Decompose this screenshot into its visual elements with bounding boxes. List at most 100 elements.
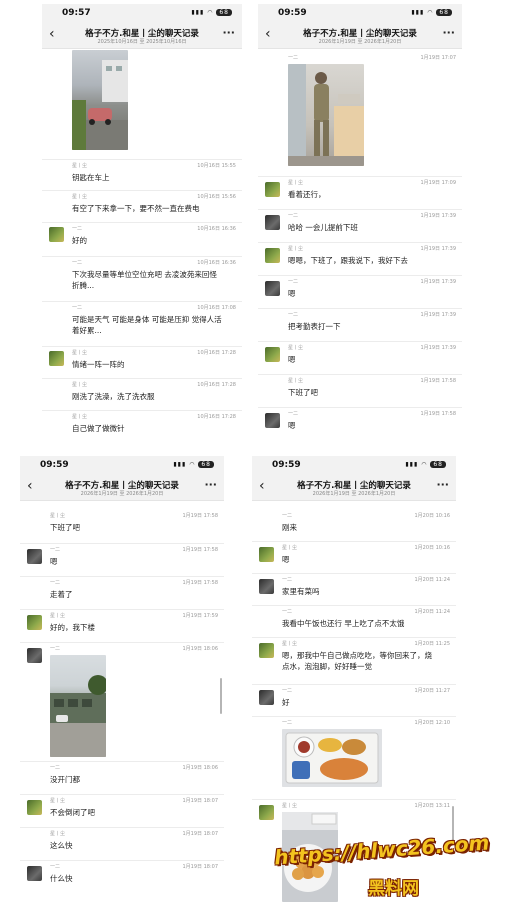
sender-name: 星丨尘 — [50, 798, 66, 804]
avatar[interactable] — [27, 549, 42, 564]
signal-icon: ▮▮▮ — [405, 461, 419, 468]
status-bar: 09:59 ▮▮▮ ◠ 68 — [20, 456, 224, 476]
avatar[interactable] — [265, 281, 280, 296]
chat-panel-1: 09:57 ▮▮▮ ◠ 68 ‹ 格子不方.和星丨尘的聊天记录 2025年10月… — [42, 4, 242, 440]
avatar[interactable] — [259, 805, 274, 820]
message-time: 1月19日 17:39 — [420, 279, 456, 285]
message-item: 星丨尘 10月16日 15:56 有空了下来拿一下，要不然一直在费电 — [42, 190, 242, 221]
message-item: 星丨尘 1月19日 17:58 下班了吧 — [258, 374, 462, 407]
avatar[interactable] — [27, 615, 42, 630]
message-time: 1月19日 17:58 — [182, 513, 218, 519]
message-item: 星丨尘 10月16日 17:28 刚洗了洗澡，洗了洗衣服 — [42, 378, 242, 409]
sender-name: 星丨尘 — [288, 378, 304, 384]
status-time: 09:57 — [62, 8, 91, 18]
message-item: 星丨尘 1月19日 18:07 这么快 — [20, 827, 224, 860]
scrollbar[interactable] — [452, 806, 454, 842]
more-dots-icon[interactable]: ··· — [222, 26, 235, 39]
status-time: 09:59 — [278, 8, 307, 18]
status-bar: 09:59 ▮▮▮ ◠ 68 — [252, 456, 456, 476]
message-item: 一二 1月19日 17:39 哈哈 一会儿提前下班 — [258, 209, 462, 242]
message-text: 不会倒闭了吧 — [50, 808, 95, 817]
message-text: 刚洗了洗澡，洗了洗衣服 — [72, 392, 155, 401]
avatar[interactable] — [259, 547, 274, 562]
sender-name: 一二 — [50, 646, 61, 652]
message-item: 星丨尘 1月19日 18:07 不会倒闭了吧 — [20, 794, 224, 827]
sender-name: 一二 — [72, 305, 83, 311]
chevron-left-icon[interactable]: ‹ — [49, 26, 55, 42]
message-item: 一二 1月19日 17:39 把考勤表打一下 — [258, 308, 462, 341]
message-text: 家里有菜吗 — [282, 587, 320, 596]
message-text: 嗯，那我中午自己做点吃吃，等你回来了，烧点水，泡泡脚，好好睡一觉 — [282, 651, 432, 671]
chat-header: ‹ 格子不方.和星丨尘的聊天记录 2026年1月19日 至 2026年1月20日… — [20, 476, 224, 501]
message-time: 1月20日 10:16 — [414, 513, 450, 519]
chevron-left-icon[interactable]: ‹ — [265, 26, 271, 42]
wifi-icon: ◠ — [207, 9, 214, 16]
message-text: 有空了下来拿一下，要不然一直在费电 — [72, 204, 200, 213]
message-text: 嗯 — [282, 555, 290, 564]
message-text: 嗯 — [288, 355, 296, 364]
message-item: 星丨尘 1月19日 17:59 好的，我下楼 — [20, 609, 224, 642]
more-dots-icon[interactable]: ··· — [436, 478, 449, 491]
sender-name: 星丨尘 — [288, 180, 304, 186]
sender-name: 星丨尘 — [50, 513, 66, 519]
message-time: 10月16日 15:55 — [197, 163, 236, 169]
photo-lunch-tray[interactable] — [282, 729, 382, 787]
photo-person[interactable] — [288, 64, 364, 166]
message-time: 10月16日 17:28 — [197, 350, 236, 356]
chat-panel-2: 09:59 ▮▮▮ ◠ 68 ‹ 格子不方.和星丨尘的聊天记录 2026年1月1… — [258, 4, 462, 440]
message-time: 1月19日 17:09 — [420, 180, 456, 186]
chevron-left-icon[interactable]: ‹ — [259, 478, 265, 494]
message-item: 星丨尘 10月16日 17:28 情绪一阵一阵的 — [42, 346, 242, 377]
message-item: 一二 1月20日 10:16 刚来 — [252, 510, 456, 540]
sender-name: 一二 — [72, 226, 83, 232]
message-item: 一二 1月20日 11:24 我看中午饭也还行 早上吃了点不太饿 — [252, 605, 456, 637]
message-time: 10月16日 16:36 — [197, 226, 236, 232]
chevron-left-icon[interactable]: ‹ — [27, 478, 33, 494]
message-item: 星丨尘 1月19日 17:39 嗯嗯，下班了，跟我说下，我好下去 — [258, 242, 462, 275]
avatar[interactable] — [27, 648, 42, 663]
avatar[interactable] — [265, 347, 280, 362]
message-time: 1月20日 11:25 — [414, 641, 450, 647]
message-text: 自己做了做微针 — [72, 424, 125, 433]
avatar[interactable] — [259, 579, 274, 594]
message-item: 一二 1月20日 12:10 — [252, 716, 456, 799]
more-dots-icon[interactable]: ··· — [442, 26, 455, 39]
avatar[interactable] — [27, 800, 42, 815]
avatar[interactable] — [265, 215, 280, 230]
sender-name: 一二 — [282, 609, 293, 615]
wifi-icon: ◠ — [189, 461, 196, 468]
message-item: 星丨尘 10月16日 17:28 自己做了做微针 — [42, 410, 242, 440]
battery-icon: 68 — [216, 9, 232, 16]
photo-building[interactable] — [50, 655, 106, 757]
sender-name: 星丨尘 — [288, 246, 304, 252]
avatar[interactable] — [49, 351, 64, 366]
message-item: 星丨尘 1月20日 13:11 — [252, 799, 456, 906]
message-time: 1月19日 17:07 — [420, 55, 456, 61]
message-time: 1月19日 17:58 — [182, 580, 218, 586]
message-time: 10月16日 17:28 — [197, 382, 236, 388]
avatar[interactable] — [27, 866, 42, 881]
chat-panel-3: 09:59 ▮▮▮ ◠ 68 ‹ 格子不方.和星丨尘的聊天记录 2026年1月1… — [20, 456, 224, 892]
sender-name: 一二 — [50, 580, 61, 586]
message-text: 刚来 — [282, 523, 297, 532]
scrollbar[interactable] — [220, 678, 222, 714]
avatar[interactable] — [259, 643, 274, 658]
photo-car[interactable] — [72, 50, 128, 150]
message-item: 一二 10月16日 16:36 好的 — [42, 222, 242, 253]
photo-dumplings[interactable] — [282, 812, 338, 902]
message-text: 嗯嗯，下班了，跟我说下，我好下去 — [288, 256, 408, 265]
avatar[interactable] — [265, 413, 280, 428]
message-time: 1月20日 10:16 — [414, 545, 450, 551]
avatar[interactable] — [265, 182, 280, 197]
status-bar: 09:57 ▮▮▮ ◠ 68 — [42, 4, 242, 24]
message-time: 1月19日 17:58 — [182, 547, 218, 553]
avatar[interactable] — [259, 690, 274, 705]
message-text: 嗯 — [50, 557, 58, 566]
avatar[interactable] — [49, 227, 64, 242]
message-item: 一二 1月20日 11:24 家里有菜吗 — [252, 573, 456, 605]
message-time: 1月19日 18:06 — [182, 646, 218, 652]
more-dots-icon[interactable]: ··· — [204, 478, 217, 491]
message-item: 一二 1月19日 17:58 嗯 — [258, 407, 462, 440]
chat-panel-4: 09:59 ▮▮▮ ◠ 68 ‹ 格子不方.和星丨尘的聊天记录 2026年1月1… — [252, 456, 456, 906]
avatar[interactable] — [265, 248, 280, 263]
